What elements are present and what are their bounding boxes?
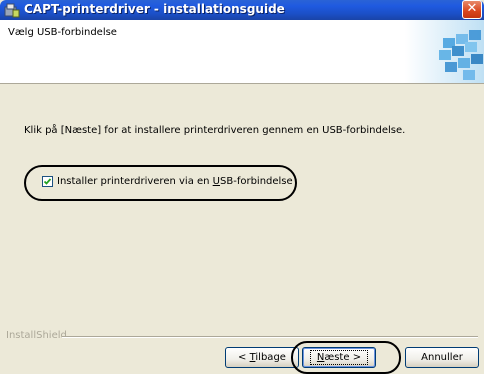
usb-checkbox-label: Installer printerdriveren via en USB-for… [57, 176, 293, 187]
installshield-brand: InstallShield [6, 330, 67, 341]
cancel-button[interactable]: Annuller [405, 347, 479, 368]
next-button[interactable]: Næste > [302, 347, 376, 368]
title-bar: CAPT-printerdriver - installationsguide … [0, 0, 484, 20]
installer-window: CAPT-printerdriver - installationsguide … [0, 0, 484, 374]
page-subtitle: Vælg USB-forbindelse [8, 27, 117, 38]
footer-divider [62, 336, 478, 338]
checkmark-icon [43, 178, 52, 185]
printer-header-art [405, 20, 484, 83]
usb-checkbox[interactable] [42, 176, 53, 187]
back-button[interactable]: < Tilbage [225, 347, 299, 368]
usb-checkbox-row[interactable]: Installer printerdriveren via en USB-for… [42, 176, 293, 187]
window-title: CAPT-printerdriver - installationsguide [24, 2, 285, 16]
wizard-header: Vælg USB-forbindelse [0, 20, 484, 84]
instruction-text: Klik på [Næste] for at installere printe… [24, 125, 406, 136]
close-button[interactable]: ✕ [462, 0, 482, 19]
setup-app-icon [4, 2, 20, 18]
close-icon: ✕ [466, 1, 478, 16]
